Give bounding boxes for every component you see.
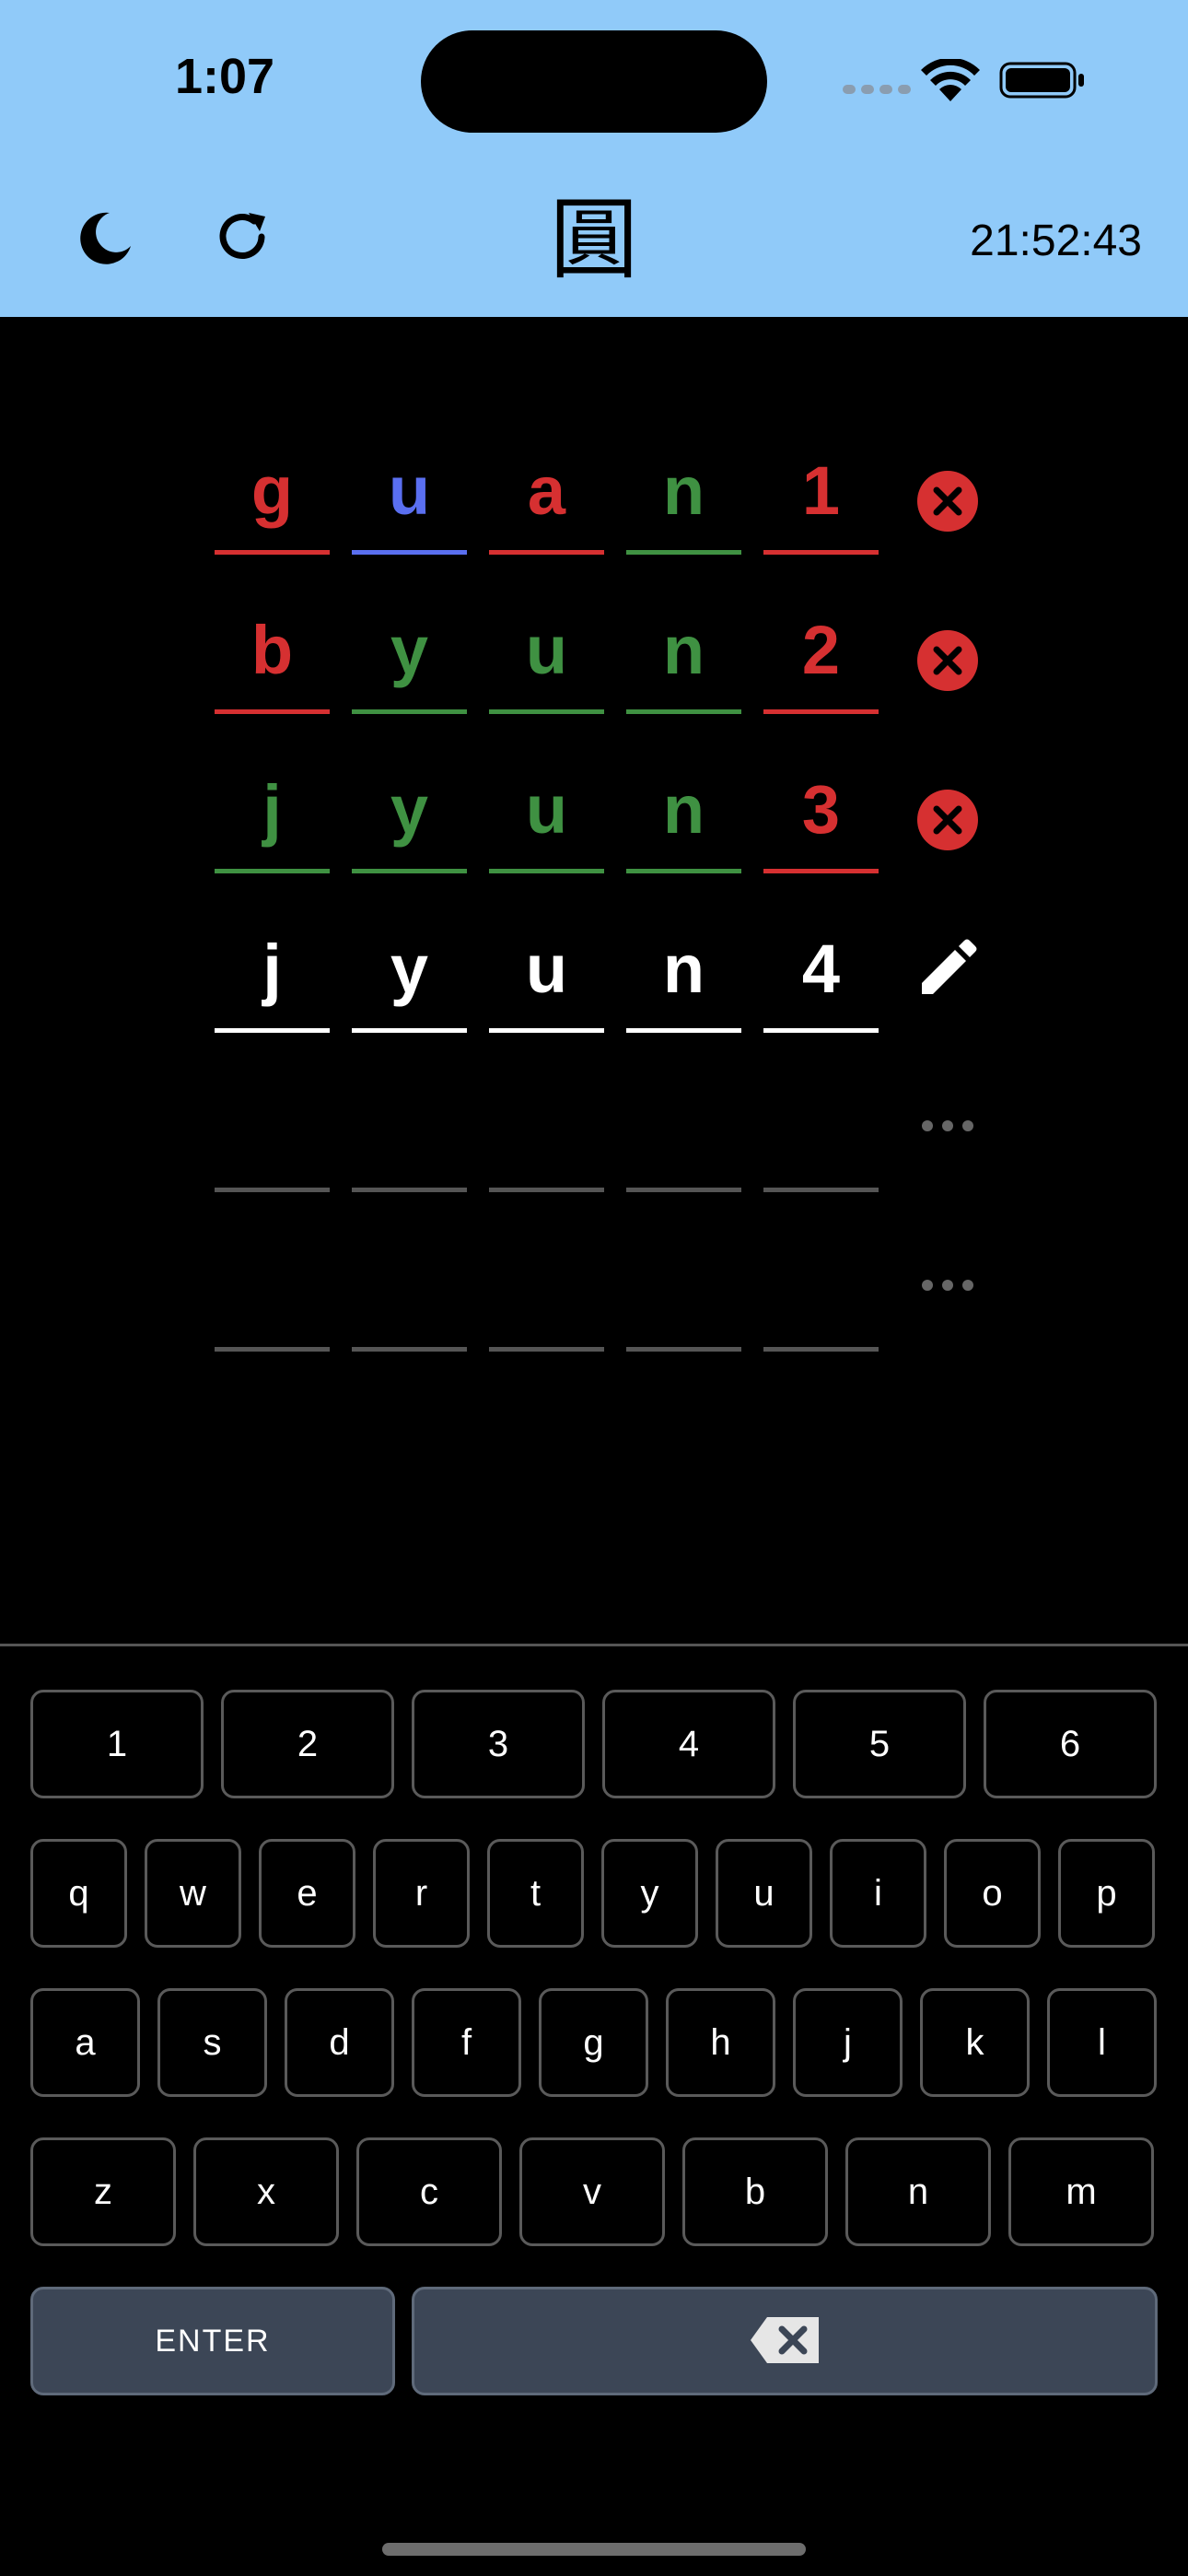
key-v[interactable]: v (519, 2137, 665, 2246)
home-indicator (382, 2543, 806, 2556)
letter-tile (489, 1023, 604, 1192)
letter-tile: j (215, 704, 330, 873)
letter-tile: 3 (763, 704, 879, 873)
letter-tile: 2 (763, 544, 879, 714)
guess-row: jyun4 (0, 863, 1188, 1033)
status-time: 1:07 (175, 49, 275, 104)
letter-tile (626, 1182, 741, 1352)
letter-tile: b (215, 544, 330, 714)
pencil-icon[interactable] (916, 937, 979, 1004)
key-l[interactable]: l (1047, 1988, 1157, 2097)
key-w[interactable]: w (145, 1839, 241, 1948)
letter-tile: n (626, 544, 741, 714)
key-m[interactable]: m (1008, 2137, 1154, 2246)
backspace-button[interactable] (412, 2287, 1158, 2395)
key-y[interactable]: y (601, 1839, 698, 1948)
letter-tile: n (626, 863, 741, 1033)
key-p[interactable]: p (1058, 1839, 1155, 1948)
app-header: 1:07 圓 21:52:43 (0, 0, 1188, 317)
letter-tile: g (215, 385, 330, 555)
letter-tile (352, 1182, 467, 1352)
key-o[interactable]: o (944, 1839, 1041, 1948)
x-circle-icon (916, 629, 979, 697)
key-u[interactable]: u (716, 1839, 812, 1948)
key-f[interactable]: f (412, 1988, 521, 2097)
key-z[interactable]: z (30, 2137, 176, 2246)
letter-tile (215, 1023, 330, 1192)
letter-tile: a (489, 385, 604, 555)
backspace-icon (751, 2317, 819, 2364)
key-a[interactable]: a (30, 1988, 140, 2097)
ellipsis-icon (916, 1117, 979, 1140)
key-r[interactable]: r (373, 1839, 470, 1948)
letter-tile: 1 (763, 385, 879, 555)
letter-tile: y (352, 863, 467, 1033)
key-b[interactable]: b (682, 2137, 828, 2246)
letter-tile: 4 (763, 863, 879, 1033)
key-n[interactable]: n (845, 2137, 991, 2246)
key-k[interactable]: k (920, 1988, 1030, 2097)
key-e[interactable]: e (259, 1839, 355, 1948)
key-4[interactable]: 4 (602, 1690, 775, 1798)
guess-row: byun2 (0, 544, 1188, 714)
key-5[interactable]: 5 (793, 1690, 966, 1798)
key-g[interactable]: g (539, 1988, 648, 2097)
guess-row (0, 1182, 1188, 1352)
letter-tile (763, 1023, 879, 1192)
battery-icon (999, 62, 1084, 99)
letter-tile (763, 1182, 879, 1352)
key-t[interactable]: t (487, 1839, 584, 1948)
letter-tile: u (489, 863, 604, 1033)
guess-row: jyun3 (0, 704, 1188, 873)
letter-tile: j (215, 863, 330, 1033)
wifi-icon (921, 59, 980, 101)
letter-tile: u (352, 385, 467, 555)
enter-button[interactable]: ENTER (30, 2287, 395, 2395)
key-6[interactable]: 6 (984, 1690, 1157, 1798)
key-c[interactable]: c (356, 2137, 502, 2246)
key-j[interactable]: j (793, 1988, 903, 2097)
letter-tile (215, 1182, 330, 1352)
key-d[interactable]: d (285, 1988, 394, 2097)
key-s[interactable]: s (157, 1988, 267, 2097)
letter-tile: n (626, 385, 741, 555)
app-root: 1:07 圓 21:52:43 guan1byun2jyun3jyun4 123… (0, 0, 1188, 2576)
key-2[interactable]: 2 (221, 1690, 394, 1798)
keyboard-divider (0, 1644, 1188, 1646)
key-q[interactable]: q (30, 1839, 127, 1948)
key-h[interactable]: h (666, 1988, 775, 2097)
letter-tile: n (626, 704, 741, 873)
guess-row: guan1 (0, 385, 1188, 555)
letter-tile: y (352, 704, 467, 873)
ellipsis-icon (916, 1276, 979, 1299)
key-3[interactable]: 3 (412, 1690, 585, 1798)
letter-tile (489, 1182, 604, 1352)
key-1[interactable]: 1 (30, 1690, 204, 1798)
x-circle-icon (916, 789, 979, 856)
letter-tile (352, 1023, 467, 1192)
letter-tile: y (352, 544, 467, 714)
key-i[interactable]: i (830, 1839, 926, 1948)
countdown-timer: 21:52:43 (970, 217, 1142, 265)
letter-tile: u (489, 544, 604, 714)
letter-tile (626, 1023, 741, 1192)
letter-tile: u (489, 704, 604, 873)
x-circle-icon (916, 470, 979, 537)
guess-row (0, 1023, 1188, 1192)
dynamic-island (421, 30, 767, 133)
key-x[interactable]: x (193, 2137, 339, 2246)
